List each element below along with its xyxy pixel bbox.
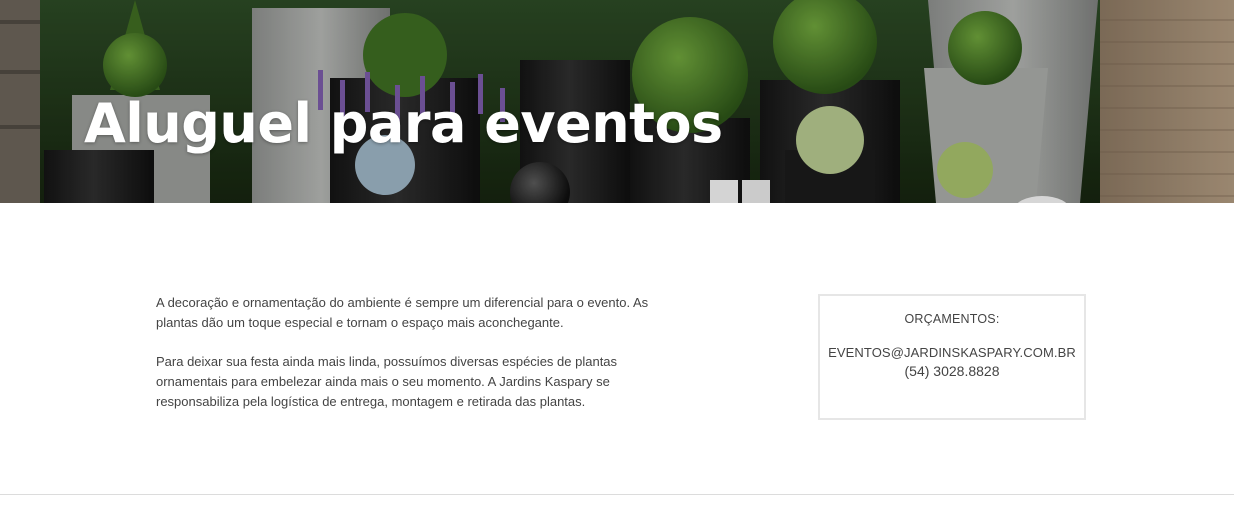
section-divider — [0, 494, 1234, 495]
page-title: Aluguel para eventos — [84, 92, 723, 155]
page: Aluguel para eventos A decoração e ornam… — [0, 0, 1234, 517]
quote-contact-box: ORÇAMENTOS: EVENTOS@JARDINSKASPARY.COM.B… — [818, 294, 1086, 420]
description-paragraph: A decoração e ornamentação do ambiente é… — [156, 295, 649, 330]
hero-banner: Aluguel para eventos — [0, 0, 1234, 203]
quote-email-link[interactable]: EVENTOS@JARDINSKASPARY.COM.BR — [820, 345, 1084, 360]
main-description: A decoração e ornamentação do ambiente é… — [156, 293, 676, 412]
quote-label: ORÇAMENTOS: — [904, 312, 1000, 326]
quote-phone-link[interactable]: (54) 3028.8828 — [820, 363, 1084, 379]
description-paragraph: Para deixar sua festa ainda mais linda, … — [156, 354, 618, 409]
